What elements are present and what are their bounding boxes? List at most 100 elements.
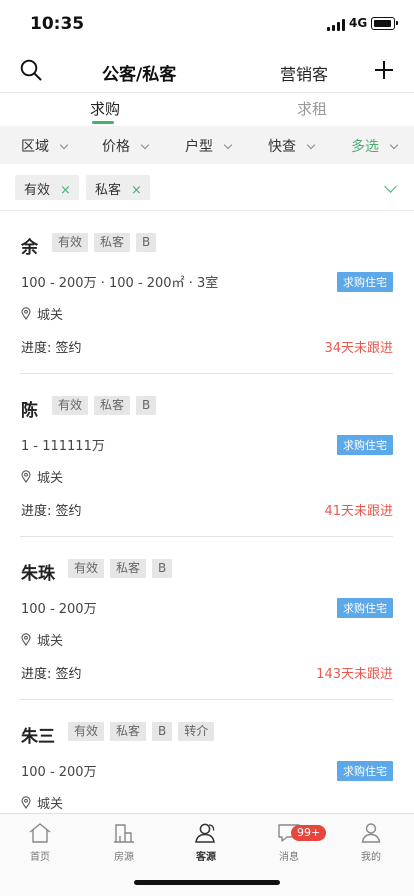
customer-tags: 有效 私客 B: [52, 396, 157, 415]
customer-name: 朱珠: [21, 564, 55, 584]
customer-tags: 有效 私客 B: [52, 233, 157, 252]
filter-area[interactable]: 区域: [21, 136, 69, 156]
tabbar-label: 首页: [30, 852, 50, 863]
tabbar-label: 我的: [361, 852, 381, 863]
network-type: 4G: [349, 16, 368, 30]
tabbar-listings[interactable]: 房源: [94, 822, 154, 863]
location-label: 城关: [37, 797, 64, 812]
customer-tags: 有效 私客 B: [68, 559, 173, 578]
tag: 私客: [94, 233, 131, 252]
customer-requirements: 100 - 200万 · 100 - 200㎡ · 3室: [21, 276, 219, 291]
tag: B: [152, 722, 173, 741]
tag: 私客: [94, 396, 131, 415]
chip-valid[interactable]: 有效 ×: [15, 175, 79, 200]
chip-label: 有效: [24, 183, 51, 198]
filter-multi[interactable]: 多选: [351, 136, 399, 156]
tab-buy[interactable]: 求购: [90, 98, 120, 119]
filter-label: 价格: [102, 139, 130, 155]
filter-label: 多选: [351, 139, 379, 155]
customer-requirements: 100 - 200万: [21, 765, 97, 780]
demand-type-badge: 求购住宅: [337, 761, 393, 781]
demand-type-badge: 求购住宅: [337, 435, 393, 455]
add-icon[interactable]: [373, 59, 395, 81]
buy-rent-tabs: 求购 求租: [0, 92, 414, 126]
location-pin-icon: [21, 307, 31, 320]
filter-layout[interactable]: 户型: [185, 136, 233, 156]
followup-status: 41天未跟进: [324, 504, 393, 519]
customer-progress: 进度: 签约: [21, 341, 82, 356]
customer-card[interactable]: 朱三 有效 私客 B 转介 100 - 200万 求购住宅 城关: [0, 700, 414, 813]
tag: 转介: [178, 722, 215, 741]
tabbar-messages[interactable]: 99+ 消息: [259, 822, 327, 863]
tag: 有效: [68, 722, 105, 741]
chevron-down-icon: [389, 140, 399, 150]
customer-location: 城关: [21, 793, 63, 812]
tabbar-home[interactable]: 首页: [10, 822, 70, 863]
tabbar-profile[interactable]: 我的: [341, 822, 401, 863]
followup-status: 34天未跟进: [324, 341, 393, 356]
active-filter-chips: 有效 × 私客 ×: [0, 164, 414, 211]
customer-name: 余: [21, 238, 38, 258]
filter-label: 快查: [268, 139, 296, 155]
signal-icon: [327, 19, 345, 31]
chevron-down-icon: [223, 140, 233, 150]
chip-private[interactable]: 私客 ×: [86, 175, 150, 200]
battery-icon: [371, 17, 398, 30]
location-label: 城关: [37, 308, 64, 323]
location-label: 城关: [37, 471, 64, 486]
tag: B: [152, 559, 173, 578]
filter-price[interactable]: 价格: [102, 136, 150, 156]
tag: 有效: [68, 559, 105, 578]
customer-card[interactable]: 余 有效 私客 B 100 - 200万 · 100 - 200㎡ · 3室 求…: [0, 211, 414, 374]
customer-location: 城关: [21, 304, 63, 323]
tag: 有效: [52, 396, 89, 415]
customer-requirements: 100 - 200万: [21, 602, 97, 617]
active-tab-indicator: [92, 121, 114, 124]
remove-icon[interactable]: ×: [131, 183, 142, 198]
chip-label: 私客: [95, 183, 122, 198]
customer-card[interactable]: 朱珠 有效 私客 B 100 - 200万 求购住宅 城关 进度: 签约 143…: [0, 537, 414, 700]
chevron-down-icon: [306, 140, 316, 150]
tag: B: [136, 396, 157, 415]
page-title: 公客/私客: [102, 65, 177, 85]
customer-card[interactable]: 陈 有效 私客 B 1 - 111111万 求购住宅 城关 进度: 签约 41天…: [0, 374, 414, 537]
remove-icon[interactable]: ×: [60, 183, 71, 198]
profile-icon: [361, 823, 381, 843]
search-icon[interactable]: [20, 59, 42, 81]
home-icon: [29, 823, 51, 843]
customer-name: 陈: [21, 401, 38, 421]
status-time: 10:35: [30, 14, 85, 34]
customer-location: 城关: [21, 630, 63, 649]
nav-bar: 公客/私客 营销客: [0, 50, 414, 92]
tabbar-label: 房源: [114, 852, 134, 863]
filter-label: 区域: [21, 139, 49, 155]
expand-chevron-icon[interactable]: [384, 180, 397, 193]
demand-type-badge: 求购住宅: [337, 598, 393, 618]
tabbar-label: 客源: [196, 852, 216, 863]
building-icon: [114, 824, 134, 843]
customer-location: 城关: [21, 467, 63, 486]
tabbar-label: 消息: [279, 852, 299, 863]
customer-tags: 有效 私客 B 转介: [68, 722, 215, 741]
home-indicator: [134, 880, 280, 885]
customers-icon: [195, 823, 215, 843]
chevron-down-icon: [140, 140, 150, 150]
location-pin-icon: [21, 470, 31, 483]
filter-bar: 区域 价格 户型 快查 多选: [0, 126, 414, 164]
customer-requirements: 1 - 111111万: [21, 439, 105, 454]
filter-quick[interactable]: 快查: [268, 136, 316, 156]
location-label: 城关: [37, 634, 64, 649]
tag: 私客: [110, 559, 147, 578]
customer-list: 余 有效 私客 B 100 - 200万 · 100 - 200㎡ · 3室 求…: [0, 211, 414, 813]
location-pin-icon: [21, 633, 31, 646]
tab-rent[interactable]: 求租: [297, 98, 327, 119]
marketing-customers-link[interactable]: 营销客: [280, 61, 328, 85]
tag: 有效: [52, 233, 89, 252]
filter-label: 户型: [185, 139, 213, 155]
demand-type-badge: 求购住宅: [337, 272, 393, 292]
tabbar-customers[interactable]: 客源: [176, 822, 236, 863]
customer-progress: 进度: 签约: [21, 504, 82, 519]
tag: B: [136, 233, 157, 252]
chevron-down-icon: [59, 140, 69, 150]
location-pin-icon: [21, 796, 31, 809]
